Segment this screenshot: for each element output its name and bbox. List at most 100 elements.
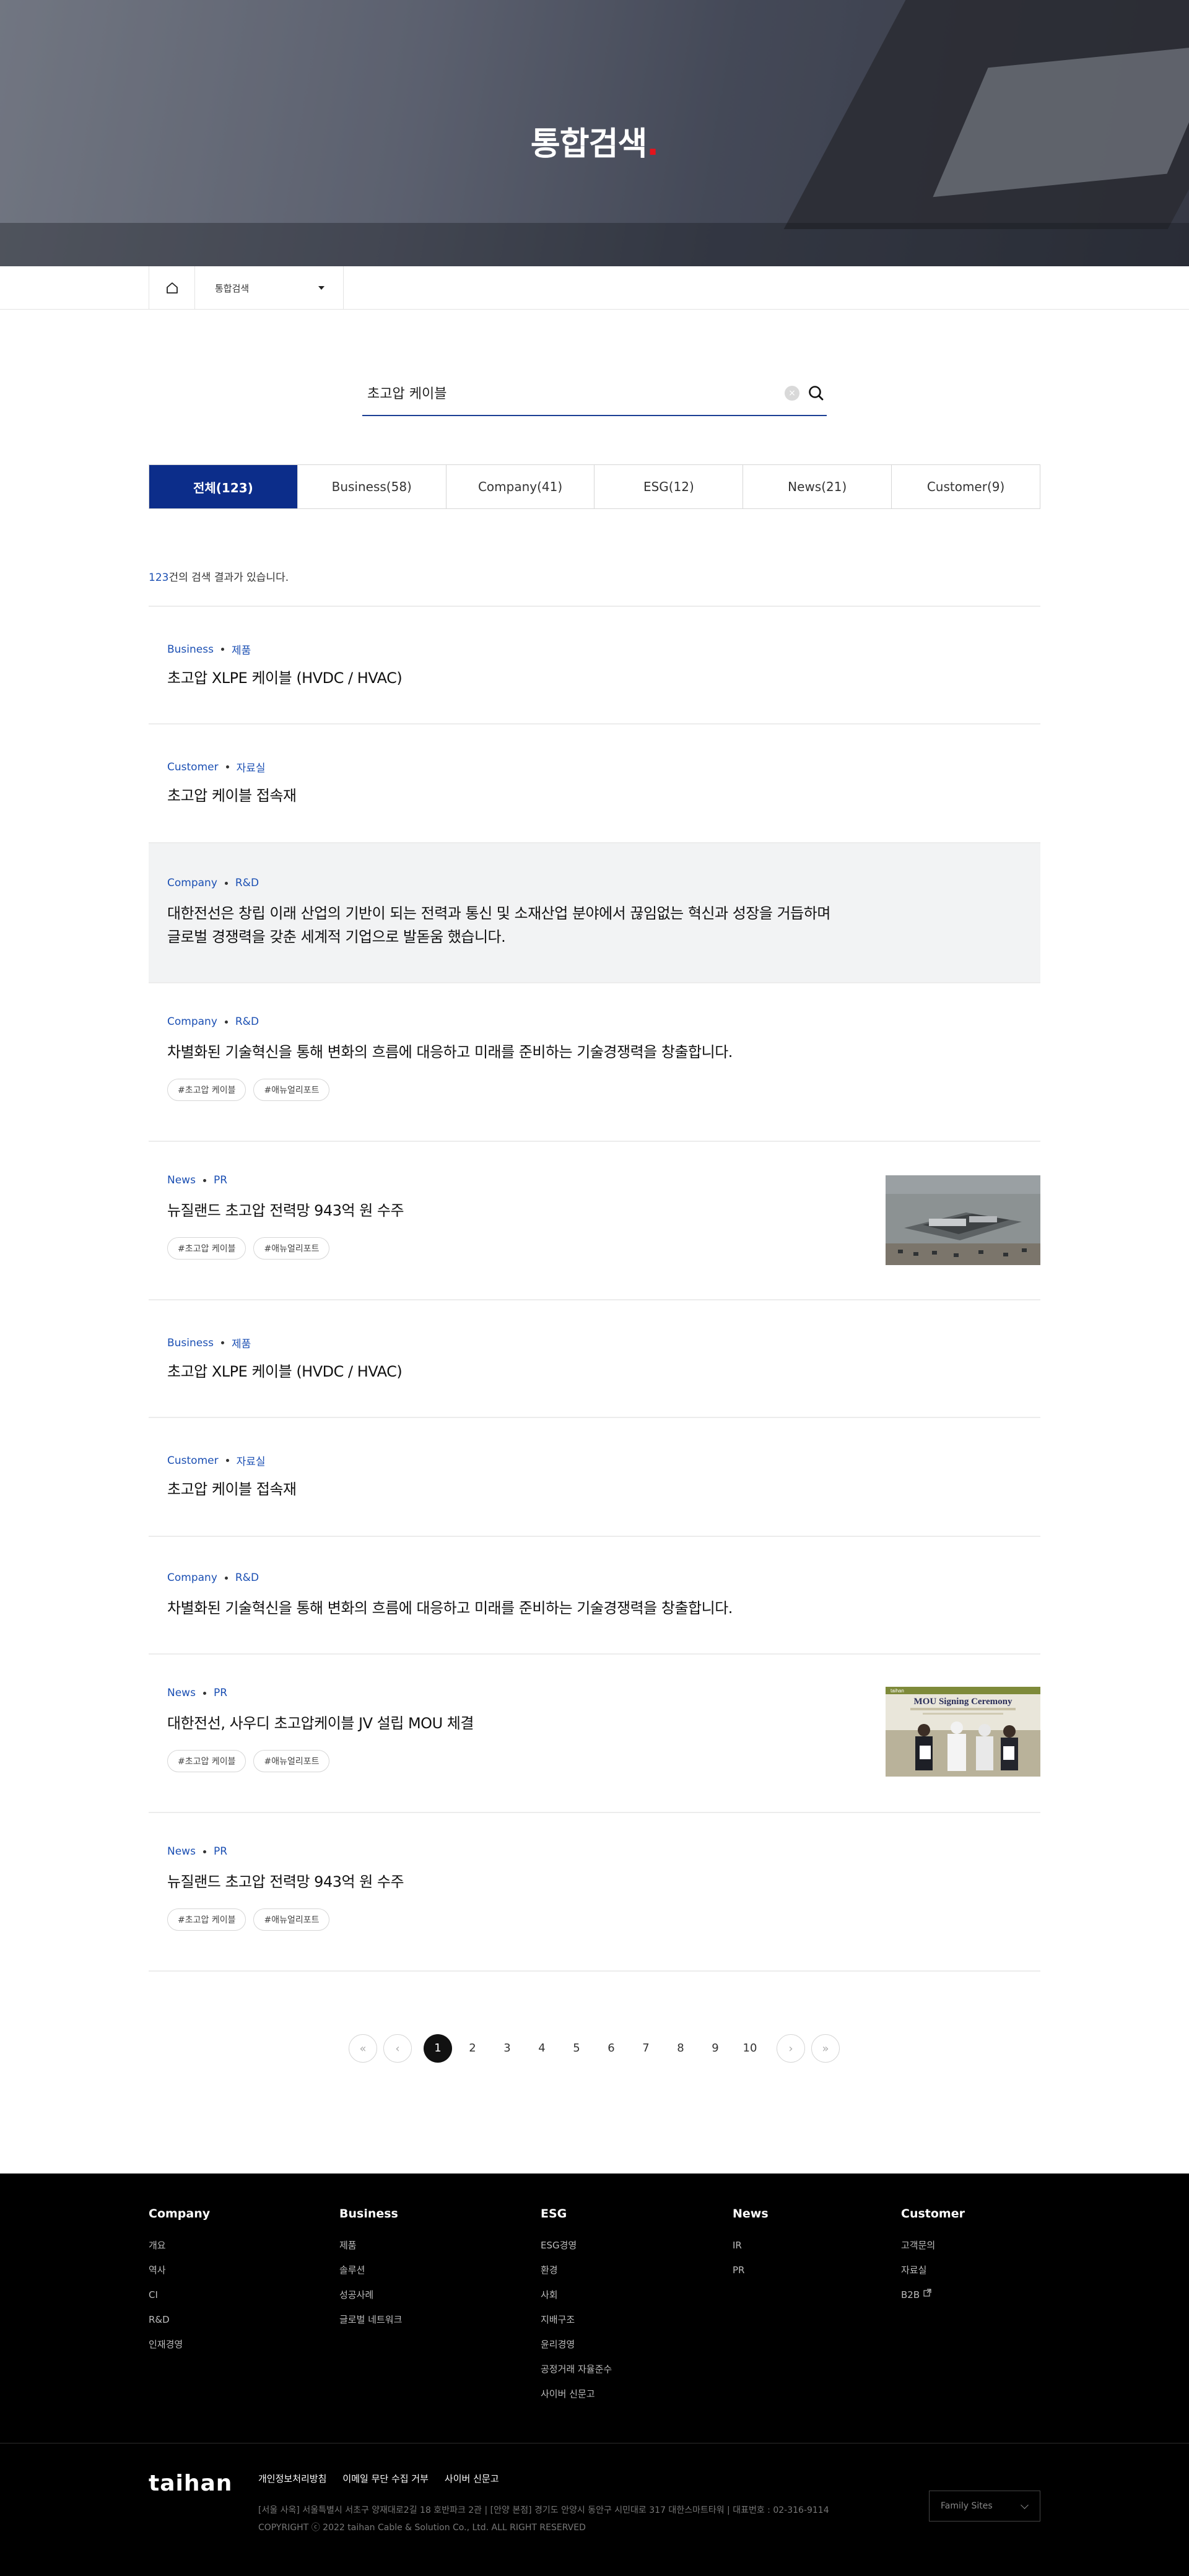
footer-link[interactable]: 인재경영	[149, 2338, 210, 2363]
tag[interactable]: #초고압 케이블	[167, 1079, 246, 1101]
result-title[interactable]: 차별화된 기술혁신을 통해 변화의 흐름에 대응하고 미래를 준비하는 기술경쟁…	[167, 1040, 733, 1064]
tag[interactable]: #초고압 케이블	[167, 1237, 246, 1260]
result-title[interactable]: 대한전선, 사우디 초고압케이블 JV 설립 MOU 체결	[167, 1712, 474, 1735]
footer-link[interactable]: 사회	[541, 2289, 612, 2313]
first-page-button[interactable]: «	[349, 2034, 377, 2063]
thumb-brand: taihan	[891, 1688, 904, 1694]
footer-heading[interactable]: Company	[149, 2207, 210, 2221]
footer-link[interactable]: R&D	[149, 2313, 210, 2338]
footer-link[interactable]: 고객문의	[901, 2239, 965, 2264]
footer-link[interactable]: 환경	[541, 2264, 612, 2289]
taihan-logo[interactable]: taihan	[149, 2471, 232, 2496]
footer-heading[interactable]: Customer	[901, 2207, 965, 2221]
footer-column-company: Company 개요 역사 CI R&D 인재경영	[149, 2207, 210, 2363]
footer-link[interactable]: 사이버 신문고	[541, 2388, 612, 2413]
tag[interactable]: #애뉴얼리포트	[253, 1908, 330, 1931]
tab-esg[interactable]: ESG(12)	[594, 465, 743, 508]
tag[interactable]: #초고압 케이블	[167, 1908, 246, 1931]
tag-list: #초고압 케이블 #애뉴얼리포트	[167, 1237, 330, 1260]
footer-link[interactable]: 자료실	[901, 2264, 965, 2289]
footer-column-business: Business 제품 솔루션 성공사례 글로벌 네트워크	[339, 2207, 402, 2338]
page-6[interactable]: 6	[597, 2034, 625, 2063]
page-9[interactable]: 9	[701, 2034, 730, 2063]
result-title[interactable]: 뉴질랜드 초고압 전력망 943억 원 수주	[167, 1199, 404, 1222]
page-8[interactable]: 8	[666, 2034, 695, 2063]
footer-link[interactable]: 개요	[149, 2239, 210, 2264]
thumb-caption: MOU Signing Ceremony	[914, 1697, 1013, 1707]
result-title[interactable]: 초고압 XLPE 케이블 (HVDC / HVAC)	[167, 1360, 403, 1383]
footer-policy-links: 개인정보처리방침 이메일 무단 수집 거부 사이버 신문고	[258, 2472, 499, 2485]
result-item[interactable]: Business 제품 초고압 XLPE 케이블 (HVDC / HVAC)	[149, 1300, 1040, 1418]
privacy-policy-link[interactable]: 개인정보처리방침	[258, 2472, 326, 2485]
tab-customer[interactable]: Customer(9)	[891, 465, 1040, 508]
result-count-number: 123	[149, 572, 169, 584]
page-7[interactable]: 7	[632, 2034, 660, 2063]
page-10[interactable]: 10	[736, 2034, 764, 2063]
external-link-icon	[923, 2289, 931, 2297]
prev-page-button[interactable]: ‹	[383, 2034, 412, 2063]
footer-link[interactable]: 윤리경영	[541, 2338, 612, 2363]
result-item[interactable]: News PR 뉴질랜드 초고압 전력망 943억 원 수주 #초고압 케이블 #…	[149, 1142, 1040, 1300]
result-item[interactable]: Company R&D 차별화된 기술혁신을 통해 변화의 흐름에 대응하고 미래…	[149, 1537, 1040, 1655]
footer-link[interactable]: PR	[733, 2264, 769, 2289]
page-1[interactable]: 1	[424, 2034, 452, 2063]
page-5[interactable]: 5	[562, 2034, 591, 2063]
search-input[interactable]	[367, 380, 751, 405]
tag[interactable]: #애뉴얼리포트	[253, 1079, 330, 1101]
tag[interactable]: #초고압 케이블	[167, 1750, 246, 1772]
tab-all[interactable]: 전체(123)	[149, 465, 297, 508]
footer-link[interactable]: 제품	[339, 2239, 402, 2264]
result-thumbnail[interactable]	[886, 1175, 1040, 1265]
mou-ceremony-photo: taihan MOU Signing Ceremony	[886, 1687, 1040, 1777]
result-title[interactable]: 초고압 XLPE 케이블 (HVDC / HVAC)	[167, 666, 403, 690]
family-sites-select[interactable]: Family Sites	[929, 2491, 1040, 2522]
cyber-sinmungo-link[interactable]: 사이버 신문고	[445, 2472, 499, 2485]
result-title[interactable]: 초고압 케이블 접속재	[167, 784, 297, 807]
result-title[interactable]: 대한전선은 창립 이래 산업의 기반이 되는 전력과 통신 및 소재산업 분야에…	[167, 902, 830, 949]
result-item[interactable]: Company R&D 대한전선은 창립 이래 산업의 기반이 되는 전력과 통신…	[149, 843, 1040, 983]
result-title[interactable]: 초고압 케이블 접속재	[167, 1477, 297, 1501]
tag[interactable]: #애뉴얼리포트	[253, 1750, 330, 1772]
search-button[interactable]	[806, 383, 827, 404]
clear-icon[interactable]: ×	[785, 386, 799, 401]
last-page-button[interactable]: »	[811, 2034, 840, 2063]
result-item[interactable]: News PR 뉴질랜드 초고압 전력망 943억 원 수주 #초고압 케이블 #…	[149, 1813, 1040, 1972]
result-thumbnail[interactable]: taihan MOU Signing Ceremony	[886, 1687, 1040, 1777]
footer-link[interactable]: 글로벌 네트워크	[339, 2313, 402, 2338]
page-4[interactable]: 4	[528, 2034, 556, 2063]
result-title[interactable]: 차별화된 기술혁신을 통해 변화의 흐름에 대응하고 미래를 준비하는 기술경쟁…	[167, 1596, 733, 1620]
result-item[interactable]: News PR 대한전선, 사우디 초고압케이블 JV 설립 MOU 체결 #초고…	[149, 1655, 1040, 1813]
location-dropdown[interactable]: 통합검색	[195, 266, 344, 310]
footer-heading[interactable]: News	[733, 2207, 769, 2221]
tab-company[interactable]: Company(41)	[445, 465, 594, 508]
footer-link[interactable]: 역사	[149, 2264, 210, 2289]
footer-link[interactable]: 지배구조	[541, 2313, 612, 2338]
result-item[interactable]: Business 제품 초고압 XLPE 케이블 (HVDC / HVAC)	[149, 607, 1040, 724]
footer-column-esg: ESG ESG경영 환경 사회 지배구조 윤리경영 공정거래 자율준수 사이버 …	[541, 2207, 612, 2413]
result-category: News PR	[167, 1174, 228, 1186]
footer-link[interactable]: ESG경영	[541, 2239, 612, 2264]
page-2[interactable]: 2	[458, 2034, 487, 2063]
home-button[interactable]	[149, 266, 195, 310]
tab-business[interactable]: Business(58)	[297, 465, 446, 508]
footer-heading[interactable]: ESG	[541, 2207, 612, 2221]
footer-column-customer: Customer 고객문의 자료실 B2B	[901, 2207, 965, 2313]
footer-link[interactable]: IR	[733, 2239, 769, 2264]
result-item[interactable]: Company R&D 차별화된 기술혁신을 통해 변화의 흐름에 대응하고 미래…	[149, 983, 1040, 1142]
footer-link[interactable]: CI	[149, 2289, 210, 2313]
footer-heading[interactable]: Business	[339, 2207, 402, 2221]
tab-news[interactable]: News(21)	[743, 465, 892, 508]
page-3[interactable]: 3	[493, 2034, 521, 2063]
footer-link[interactable]: 성공사례	[339, 2289, 402, 2313]
tag[interactable]: #애뉴얼리포트	[253, 1237, 330, 1260]
result-category: News PR	[167, 1845, 228, 1858]
footer-link[interactable]: 공정거래 자율준수	[541, 2363, 612, 2388]
result-item[interactable]: Customer 자료실 초고압 케이블 접속재	[149, 724, 1040, 843]
next-page-button[interactable]: ›	[777, 2034, 805, 2063]
footer-link-b2b[interactable]: B2B	[901, 2289, 965, 2313]
search-box: ×	[362, 372, 827, 416]
result-item[interactable]: Customer 자료실 초고압 케이블 접속재	[149, 1418, 1040, 1537]
result-title[interactable]: 뉴질랜드 초고압 전력망 943억 원 수주	[167, 1870, 404, 1894]
footer-link[interactable]: 솔루션	[339, 2264, 402, 2289]
email-refusal-link[interactable]: 이메일 무단 수집 거부	[342, 2472, 429, 2485]
